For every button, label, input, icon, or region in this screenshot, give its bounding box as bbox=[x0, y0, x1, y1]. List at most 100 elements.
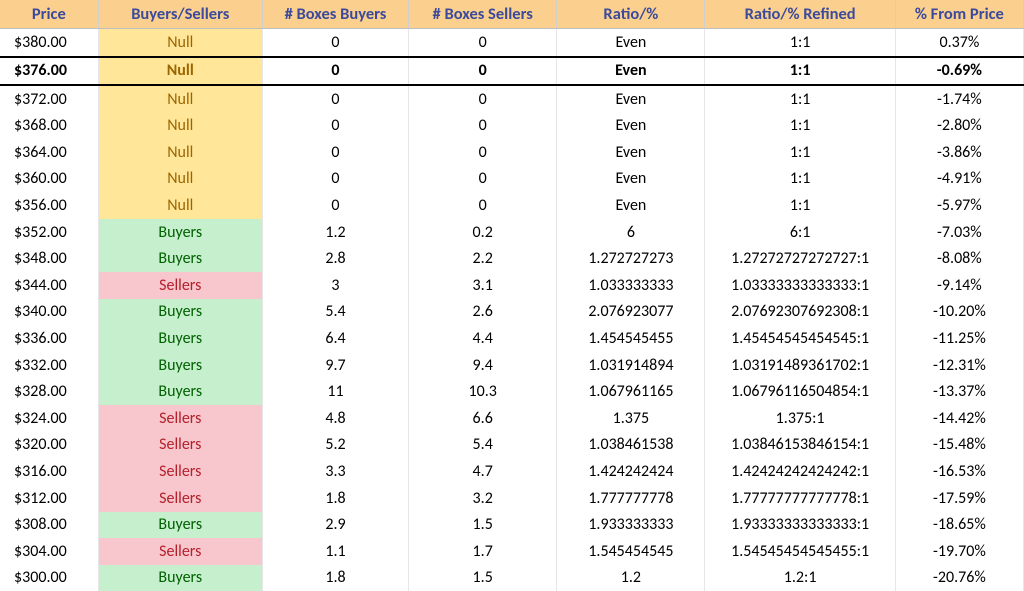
cell-ratio: 1.033333333 bbox=[557, 272, 705, 299]
cell-price: $380.00 bbox=[0, 29, 98, 57]
cell-price: $308.00 bbox=[0, 512, 98, 539]
cell-buyers-sellers: Null bbox=[98, 139, 262, 166]
cell-boxes-buyers: 3.3 bbox=[262, 459, 408, 486]
table-body: $380.00Null00Even1:10.37%$376.00Null00Ev… bbox=[0, 29, 1024, 591]
cell-pct-from-price: -2.80% bbox=[895, 113, 1023, 140]
cell-pct-from-price: -3.86% bbox=[895, 139, 1023, 166]
cell-ratio-refined: 2.07692307692308:1 bbox=[705, 299, 895, 326]
cell-buyers-sellers: Null bbox=[98, 193, 262, 220]
cell-price: $332.00 bbox=[0, 352, 98, 379]
cell-pct-from-price: -8.08% bbox=[895, 246, 1023, 273]
cell-boxes-sellers: 0 bbox=[409, 29, 557, 57]
cell-boxes-buyers: 0 bbox=[262, 29, 408, 57]
cell-price: $356.00 bbox=[0, 193, 98, 220]
cell-ratio-refined: 1.03846153846154:1 bbox=[705, 432, 895, 459]
cell-pct-from-price: 0.37% bbox=[895, 29, 1023, 57]
cell-ratio-refined: 1.77777777777778:1 bbox=[705, 485, 895, 512]
cell-boxes-buyers: 1.8 bbox=[262, 565, 408, 591]
table-row: $380.00Null00Even1:10.37% bbox=[0, 29, 1024, 57]
cell-boxes-buyers: 9.7 bbox=[262, 352, 408, 379]
cell-boxes-buyers: 5.2 bbox=[262, 432, 408, 459]
cell-boxes-sellers: 6.6 bbox=[409, 405, 557, 432]
cell-boxes-sellers: 5.4 bbox=[409, 432, 557, 459]
table-row: $360.00Null00Even1:1-4.91% bbox=[0, 166, 1024, 193]
cell-buyers-sellers: Buyers bbox=[98, 299, 262, 326]
cell-pct-from-price: -18.65% bbox=[895, 512, 1023, 539]
table-row: $312.00Sellers1.83.21.7777777781.7777777… bbox=[0, 485, 1024, 512]
table-row: $320.00Sellers5.25.41.0384615381.0384615… bbox=[0, 432, 1024, 459]
cell-buyers-sellers: Buyers bbox=[98, 246, 262, 273]
cell-pct-from-price: -0.69% bbox=[895, 57, 1023, 86]
table-row: $372.00Null00Even1:1-1.74% bbox=[0, 85, 1024, 113]
table-row: $332.00Buyers9.79.41.0319148941.03191489… bbox=[0, 352, 1024, 379]
header-buyers-sellers: Buyers/Sellers bbox=[98, 0, 262, 29]
cell-buyers-sellers: Sellers bbox=[98, 405, 262, 432]
cell-boxes-sellers: 9.4 bbox=[409, 352, 557, 379]
cell-boxes-sellers: 4.4 bbox=[409, 326, 557, 353]
cell-price: $316.00 bbox=[0, 459, 98, 486]
cell-ratio: Even bbox=[557, 193, 705, 220]
header-ratio: Ratio/% bbox=[557, 0, 705, 29]
cell-pct-from-price: -9.14% bbox=[895, 272, 1023, 299]
cell-buyers-sellers: Sellers bbox=[98, 538, 262, 565]
cell-boxes-buyers: 2.8 bbox=[262, 246, 408, 273]
cell-ratio: 2.076923077 bbox=[557, 299, 705, 326]
cell-buyers-sellers: Null bbox=[98, 166, 262, 193]
cell-ratio-refined: 1.375:1 bbox=[705, 405, 895, 432]
cell-pct-from-price: -1.74% bbox=[895, 85, 1023, 113]
cell-buyers-sellers: Buyers bbox=[98, 219, 262, 246]
cell-ratio-refined: 1:1 bbox=[705, 57, 895, 86]
cell-ratio-refined: 1:1 bbox=[705, 85, 895, 113]
cell-price: $300.00 bbox=[0, 565, 98, 591]
cell-boxes-sellers: 0 bbox=[409, 166, 557, 193]
table-row: $336.00Buyers6.44.41.4545454551.45454545… bbox=[0, 326, 1024, 353]
cell-boxes-sellers: 1.5 bbox=[409, 565, 557, 591]
cell-ratio: 1.031914894 bbox=[557, 352, 705, 379]
cell-price: $348.00 bbox=[0, 246, 98, 273]
cell-ratio-refined: 1.06796116504854:1 bbox=[705, 379, 895, 406]
cell-ratio: 1.038461538 bbox=[557, 432, 705, 459]
cell-price: $364.00 bbox=[0, 139, 98, 166]
cell-ratio: Even bbox=[557, 139, 705, 166]
cell-price: $324.00 bbox=[0, 405, 98, 432]
cell-boxes-buyers: 3 bbox=[262, 272, 408, 299]
cell-ratio: Even bbox=[557, 113, 705, 140]
cell-pct-from-price: -5.97% bbox=[895, 193, 1023, 220]
table-row: $308.00Buyers2.91.51.9333333331.93333333… bbox=[0, 512, 1024, 539]
price-table: Price Buyers/Sellers # Boxes Buyers # Bo… bbox=[0, 0, 1024, 591]
cell-ratio: Even bbox=[557, 85, 705, 113]
cell-boxes-sellers: 4.7 bbox=[409, 459, 557, 486]
cell-ratio-refined: 1:1 bbox=[705, 139, 895, 166]
cell-pct-from-price: -4.91% bbox=[895, 166, 1023, 193]
cell-buyers-sellers: Sellers bbox=[98, 485, 262, 512]
cell-ratio-refined: 1.42424242424242:1 bbox=[705, 459, 895, 486]
cell-ratio-refined: 6:1 bbox=[705, 219, 895, 246]
cell-boxes-buyers: 1.1 bbox=[262, 538, 408, 565]
cell-ratio: 1.375 bbox=[557, 405, 705, 432]
cell-ratio-refined: 1:1 bbox=[705, 29, 895, 57]
cell-boxes-buyers: 5.4 bbox=[262, 299, 408, 326]
cell-boxes-buyers: 11 bbox=[262, 379, 408, 406]
cell-boxes-sellers: 10.3 bbox=[409, 379, 557, 406]
cell-boxes-buyers: 1.8 bbox=[262, 485, 408, 512]
cell-pct-from-price: -16.53% bbox=[895, 459, 1023, 486]
cell-ratio: 1.933333333 bbox=[557, 512, 705, 539]
cell-ratio: Even bbox=[557, 166, 705, 193]
cell-ratio: Even bbox=[557, 29, 705, 57]
cell-boxes-buyers: 1.2 bbox=[262, 219, 408, 246]
cell-boxes-buyers: 0 bbox=[262, 57, 408, 86]
table-row: $368.00Null00Even1:1-2.80% bbox=[0, 113, 1024, 140]
cell-boxes-sellers: 1.7 bbox=[409, 538, 557, 565]
cell-pct-from-price: -19.70% bbox=[895, 538, 1023, 565]
cell-pct-from-price: -17.59% bbox=[895, 485, 1023, 512]
cell-ratio: 1.777777778 bbox=[557, 485, 705, 512]
cell-boxes-sellers: 0 bbox=[409, 85, 557, 113]
cell-ratio-refined: 1:1 bbox=[705, 166, 895, 193]
cell-buyers-sellers: Null bbox=[98, 113, 262, 140]
cell-ratio-refined: 1:1 bbox=[705, 193, 895, 220]
cell-pct-from-price: -20.76% bbox=[895, 565, 1023, 591]
cell-boxes-sellers: 0 bbox=[409, 57, 557, 86]
cell-price: $344.00 bbox=[0, 272, 98, 299]
cell-buyers-sellers: Sellers bbox=[98, 432, 262, 459]
cell-buyers-sellers: Buyers bbox=[98, 379, 262, 406]
